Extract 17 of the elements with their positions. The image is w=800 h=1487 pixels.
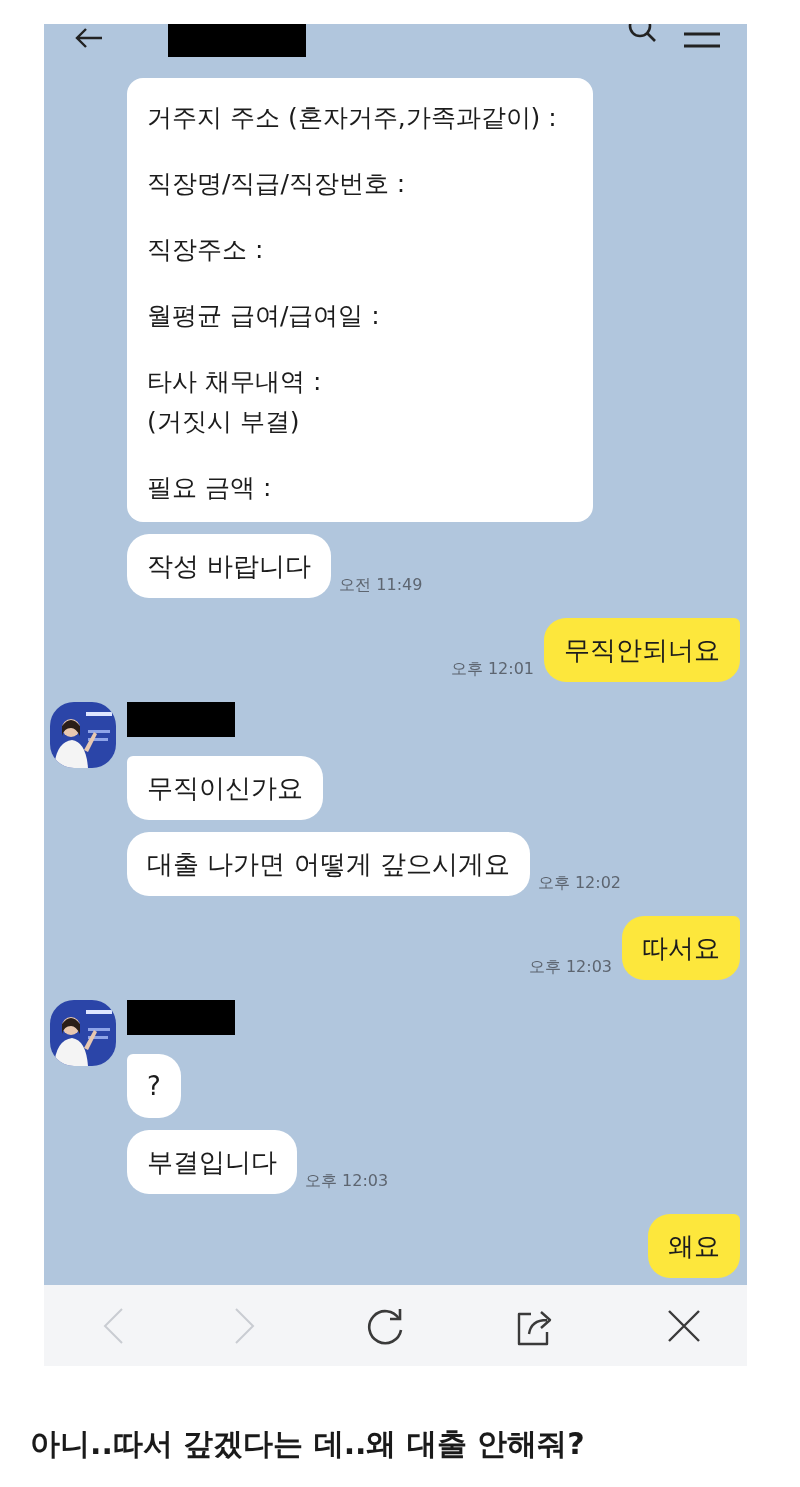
message-time: 오후 12:02 <box>537 873 621 894</box>
message-bubble: ? <box>127 1054 181 1118</box>
message-bubble: 왜요 <box>648 1214 740 1278</box>
message-time: 오후 12:01 <box>450 659 534 680</box>
message-bubble: 따서요 <box>622 916 740 980</box>
back-arrow-icon[interactable] <box>74 26 104 50</box>
message-bubble: 대출 나가면 어떻게 갚으시게요 <box>127 832 530 896</box>
message-bubble: 부결입니다 <box>127 1130 297 1194</box>
close-icon[interactable] <box>667 1308 701 1343</box>
message-time: 오전 11:49 <box>339 575 423 596</box>
message-time: 오후 12:03 <box>305 1171 389 1192</box>
message-time: 오후 12:03 <box>528 957 612 978</box>
form-message: 거주지 주소 (혼자거주,가족과같이) : 직장명/직급/직장번호 : 직장주소 : 월평균 급여/급여일 : 타사 채무내역 : (거짓시 부결) 필요 금액 : <box>127 78 593 522</box>
message-bubble: 무직이신가요 <box>127 756 323 820</box>
message-bubble: 작성 바랍니다 <box>127 534 332 598</box>
message-bubble: 무직안되너요 <box>544 618 740 682</box>
caption: 아니..따서 갚겠다는 데..왜 대출 안해줘? <box>30 1425 586 1463</box>
